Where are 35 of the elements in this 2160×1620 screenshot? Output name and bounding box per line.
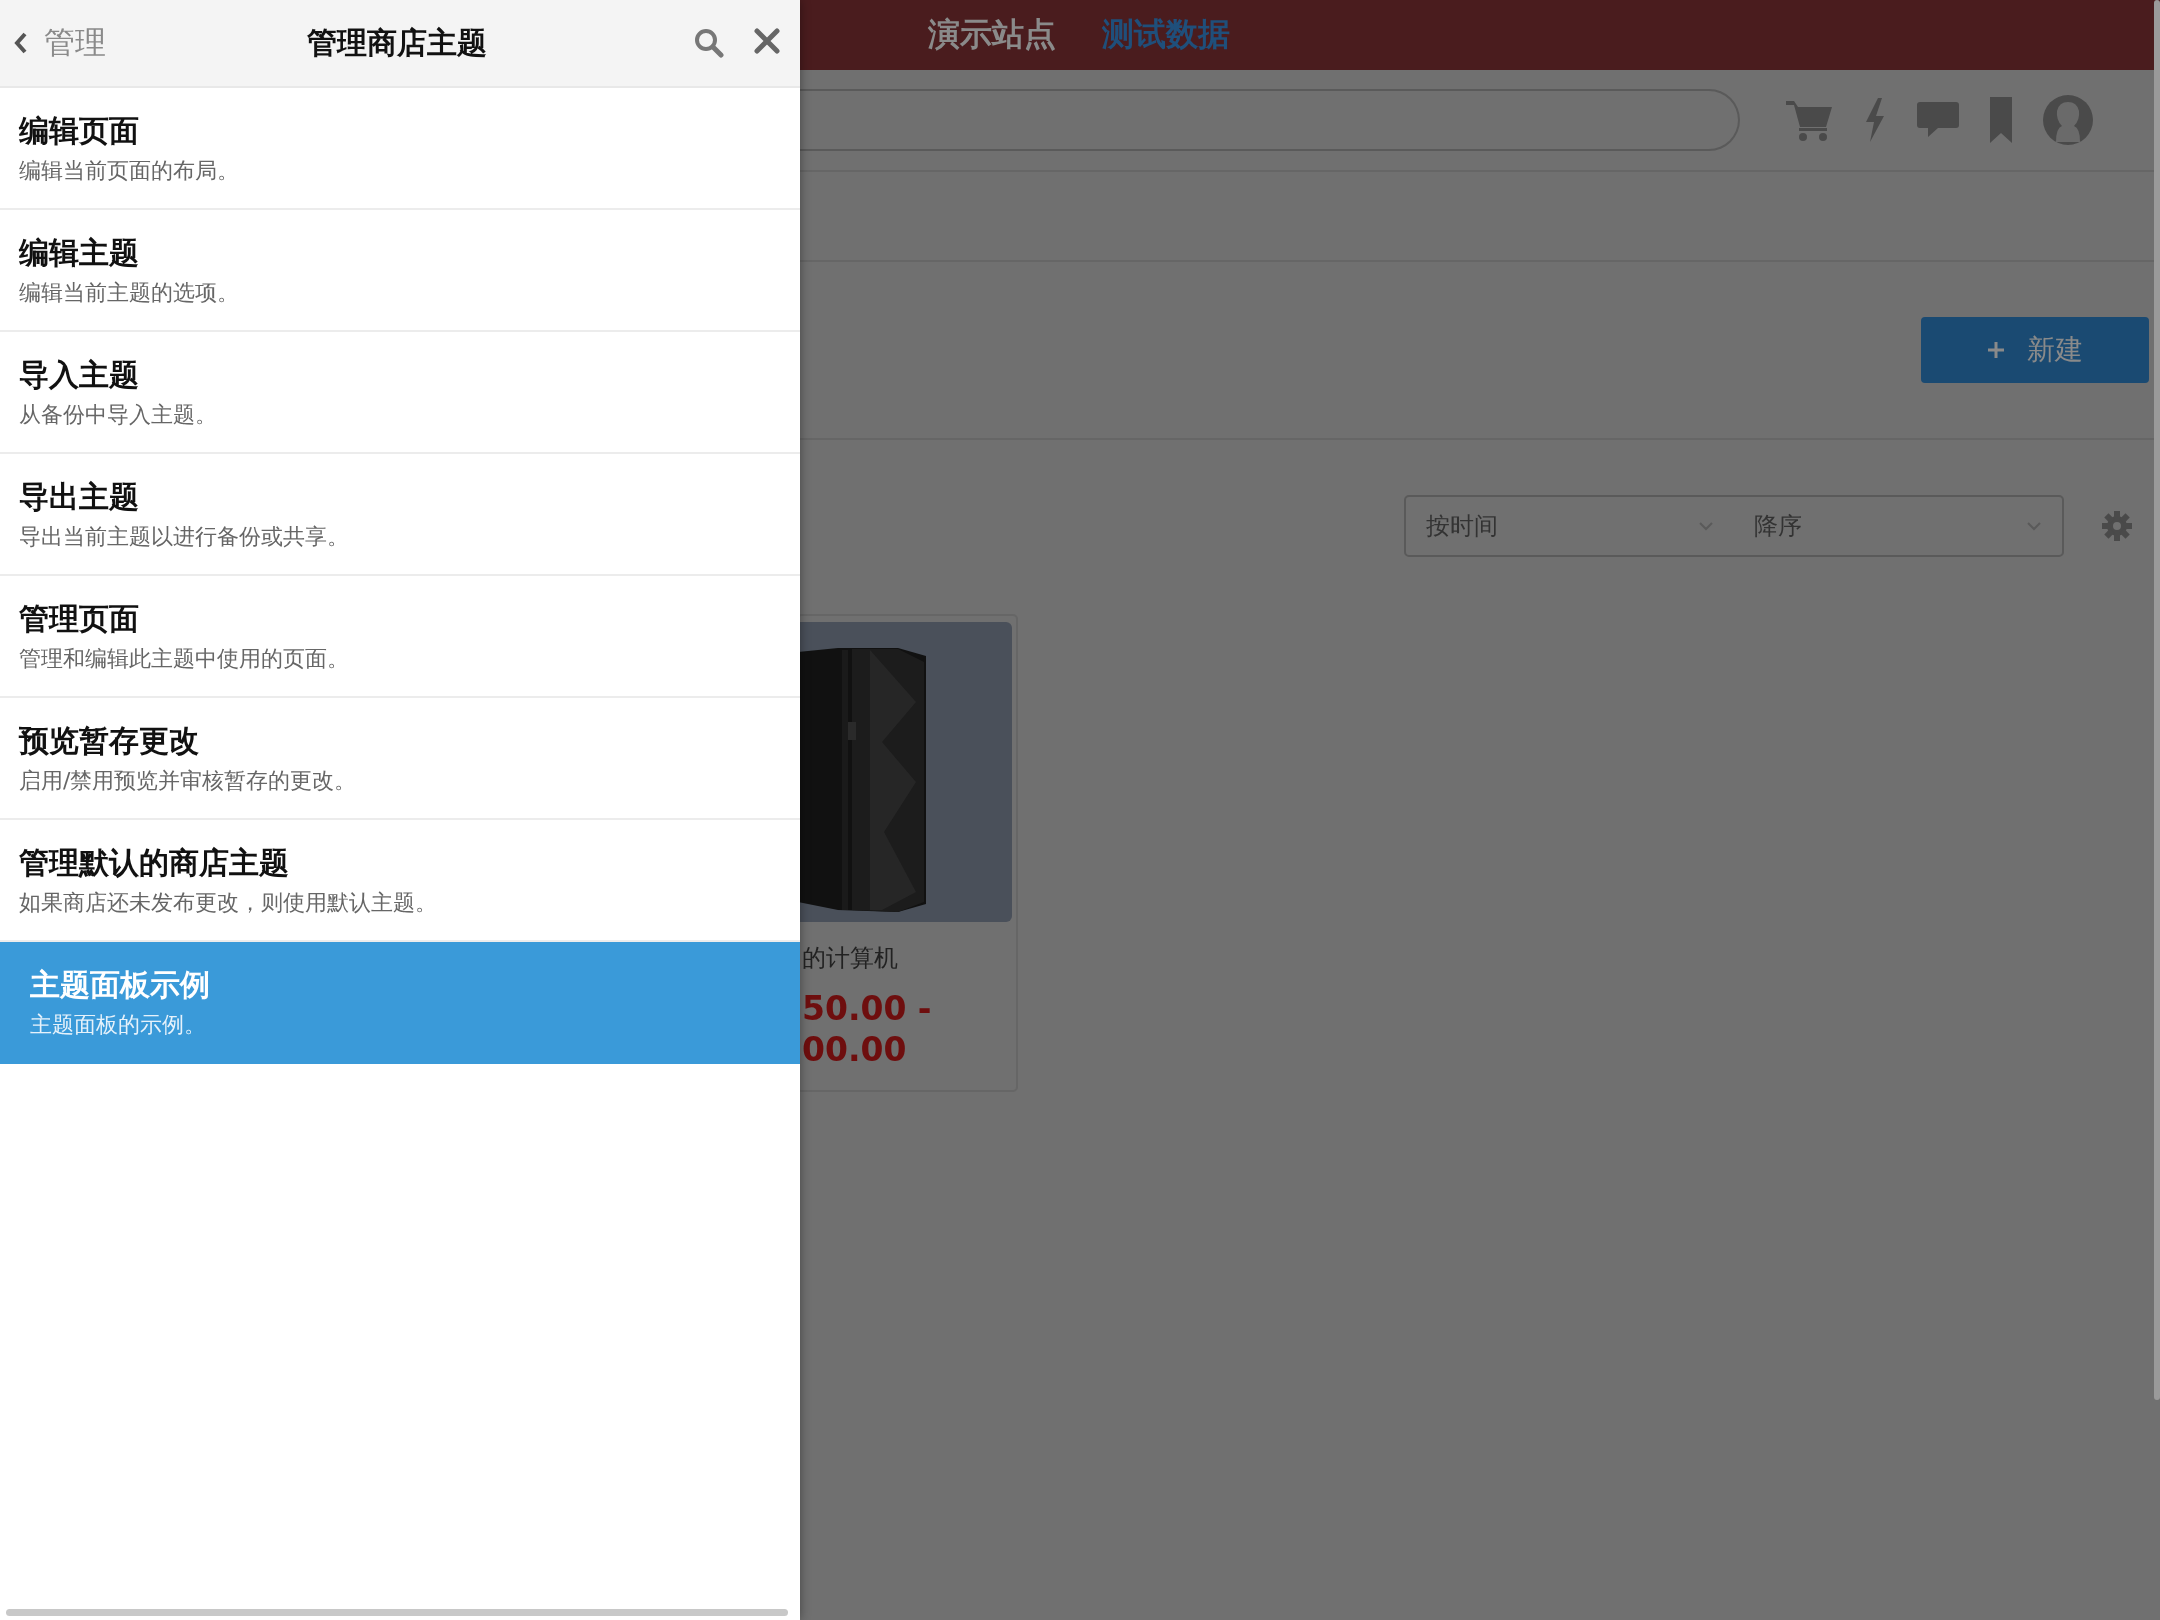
product-price: 00.00 <box>802 1029 908 1070</box>
menu-item-title: 管理默认的商店主题 <box>19 843 290 882</box>
panel-title: 管理商店主题 <box>307 23 487 62</box>
menu-item-description: 导出当前主题以进行备份或共享。 <box>19 522 350 551</box>
menu-item-description: 主题面板的示例。 <box>30 1010 207 1039</box>
menu-item-title: 导入主题 <box>19 355 140 394</box>
bookmark-icon[interactable] <box>1990 97 2012 143</box>
menu-item-title: 主题面板示例 <box>30 965 211 1004</box>
menu-item-title: 导出主题 <box>19 477 140 516</box>
menu-item-title: 预览暂存更改 <box>19 721 200 760</box>
menu-item-description: 编辑当前主题的选项。 <box>19 278 240 307</box>
close-icon <box>754 28 780 54</box>
menu-item-title: 编辑页面 <box>19 111 140 150</box>
menu-item-description: 编辑当前页面的布局。 <box>19 156 240 185</box>
menu-item-description: 从备份中导入主题。 <box>19 400 218 429</box>
product-price: 50.00 - <box>802 988 933 1029</box>
scrollbar[interactable] <box>2154 0 2160 1400</box>
menu-item-description: 管理和编辑此主题中使用的页面。 <box>19 644 350 673</box>
menu-item-description: 如果商店还未发布更改，则使用默认主题。 <box>19 888 438 917</box>
settings-icon[interactable] <box>2102 511 2132 541</box>
scrollbar[interactable] <box>6 1609 788 1616</box>
avatar-icon[interactable] <box>2042 94 2094 146</box>
product-name: 的计算机 <box>802 943 899 974</box>
sort-by-value: 按时间 <box>1426 511 1498 542</box>
search-button[interactable] <box>694 28 724 58</box>
plus-icon <box>1987 341 2005 359</box>
sort-order-value: 降序 <box>1754 511 1802 542</box>
menu-item-title: 编辑主题 <box>19 233 140 272</box>
menu-item-title: 管理页面 <box>19 599 140 638</box>
chat-bubble-icon[interactable] <box>1916 100 1960 140</box>
menu-item-description: 启用/禁用预览并审核暂存的更改。 <box>19 766 358 795</box>
search-field[interactable] <box>800 89 1740 151</box>
nav-link[interactable]: 演示站点 <box>928 13 1056 57</box>
search-icon <box>694 28 724 58</box>
chevron-left-icon <box>14 32 28 54</box>
